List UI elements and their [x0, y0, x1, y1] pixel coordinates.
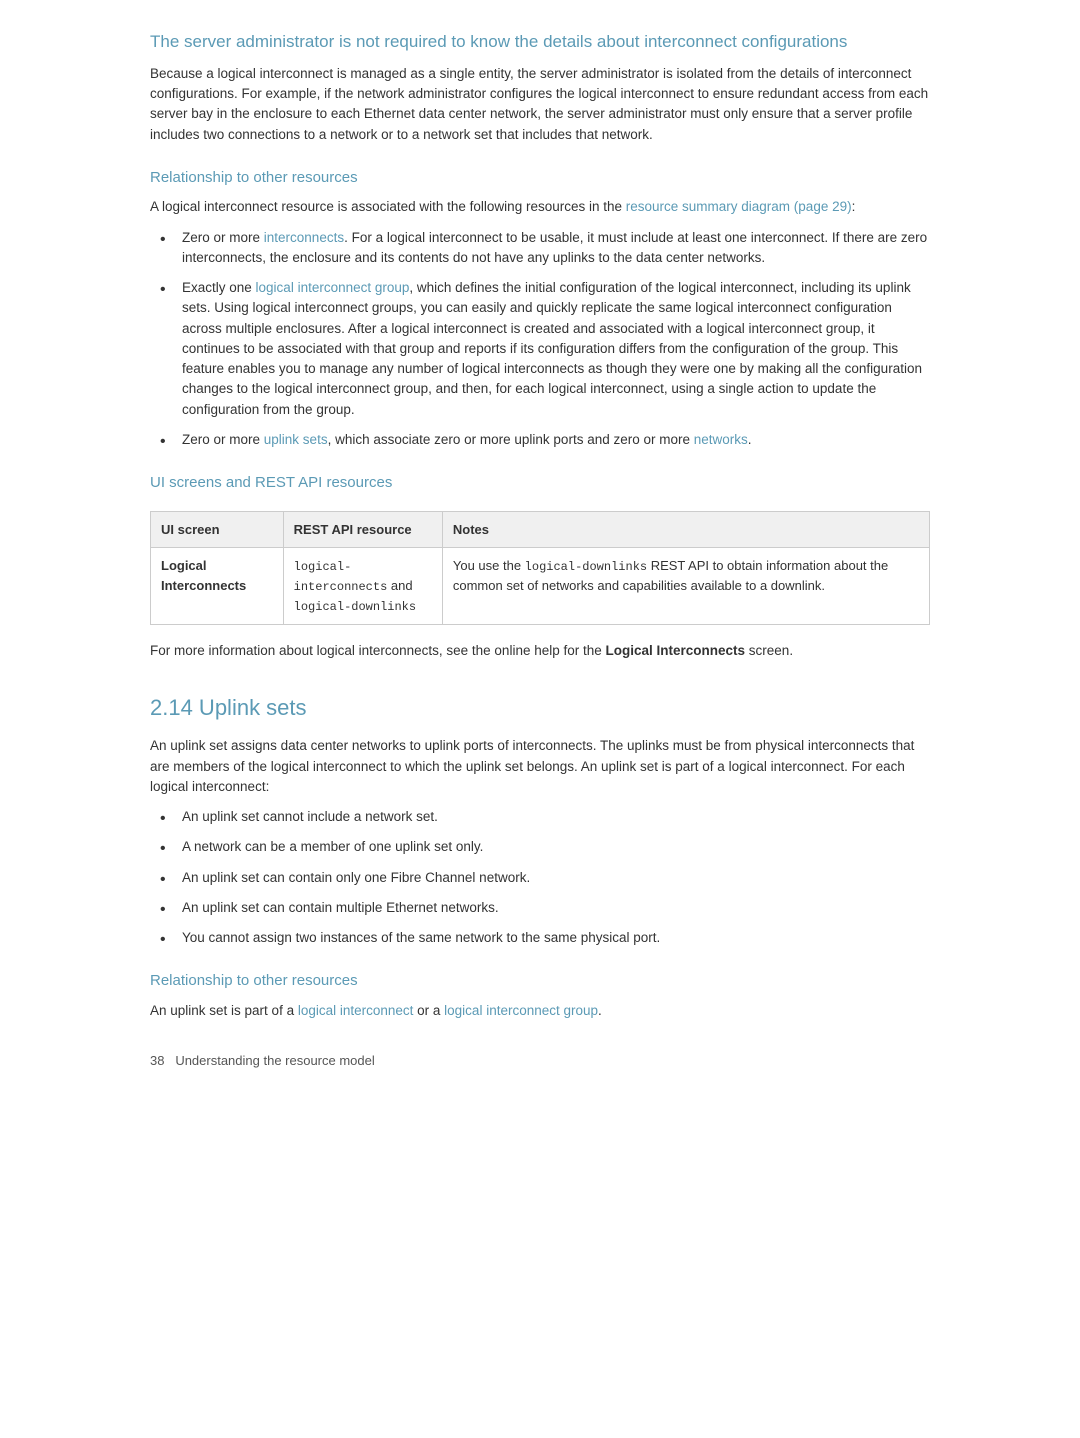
col-header-ui-screen: UI screen [151, 512, 283, 548]
rest-api-table: UI screen REST API resource Notes Logica… [151, 512, 929, 625]
more-info-paragraph: For more information about logical inter… [150, 641, 930, 661]
list-item: An uplink set can contain only one Fibre… [160, 868, 930, 888]
col-header-rest-api: REST API resource [283, 512, 442, 548]
list-item: A network can be a member of one uplink … [160, 837, 930, 857]
uplink-intro-paragraph: An uplink set assigns data center networ… [150, 736, 930, 797]
logical-interconnect-group-link-1[interactable]: logical interconnect group [256, 280, 410, 295]
uplink-sets-link[interactable]: uplink sets [264, 432, 328, 447]
list-item: An uplink set cannot include a network s… [160, 807, 930, 827]
logical-interconnect-group-link-2[interactable]: logical interconnect group [444, 1003, 598, 1018]
cell-notes: You use the logical-downlinks REST API t… [442, 548, 929, 625]
networks-link[interactable]: networks [694, 432, 748, 447]
server-admin-heading: The server administrator is not required… [150, 30, 930, 54]
list-item: An uplink set can contain multiple Ether… [160, 898, 930, 918]
footer-text: Understanding the resource model [175, 1053, 374, 1068]
table-header-row: UI screen REST API resource Notes [151, 512, 929, 548]
uplink-bullet-list: An uplink set cannot include a network s… [150, 807, 930, 948]
relationship-intro-para: A logical interconnect resource is assoc… [150, 197, 930, 217]
chapter-heading-uplink-sets: 2.14 Uplink sets [150, 691, 930, 724]
page-number: 38 [150, 1053, 164, 1068]
ui-screens-heading: UI screens and REST API resources [150, 472, 930, 495]
server-admin-paragraph: Because a logical interconnect is manage… [150, 64, 930, 145]
interconnects-link[interactable]: interconnects [264, 230, 344, 245]
relationship-heading-1: Relationship to other resources [150, 167, 930, 190]
rest-api-table-container: UI screen REST API resource Notes Logica… [150, 511, 930, 626]
table-row: Logical Interconnects logical-interconne… [151, 548, 929, 625]
chapter-2-14: 2.14 Uplink sets An uplink set assigns d… [150, 691, 930, 1021]
col-header-notes: Notes [442, 512, 929, 548]
resource-summary-link[interactable]: resource summary diagram (page 29) [626, 199, 852, 214]
list-item: You cannot assign two instances of the s… [160, 928, 930, 948]
list-item: Zero or more interconnects. For a logica… [160, 228, 930, 269]
list-item: Zero or more uplink sets, which associat… [160, 430, 930, 450]
uplink-relationship-paragraph: An uplink set is part of a logical inter… [150, 1001, 930, 1021]
cell-rest-api: logical-interconnects and logical-downli… [283, 548, 442, 625]
logical-interconnect-link[interactable]: logical interconnect [298, 1003, 414, 1018]
list-item: Exactly one logical interconnect group, … [160, 278, 930, 420]
cell-ui-screen: Logical Interconnects [151, 548, 283, 625]
relationship-heading-2: Relationship to other resources [150, 970, 930, 993]
page-content: The server administrator is not required… [90, 0, 990, 1111]
page-footer: 38 Understanding the resource model [150, 1051, 930, 1071]
relationship-bullet-list: Zero or more interconnects. For a logica… [150, 228, 930, 451]
